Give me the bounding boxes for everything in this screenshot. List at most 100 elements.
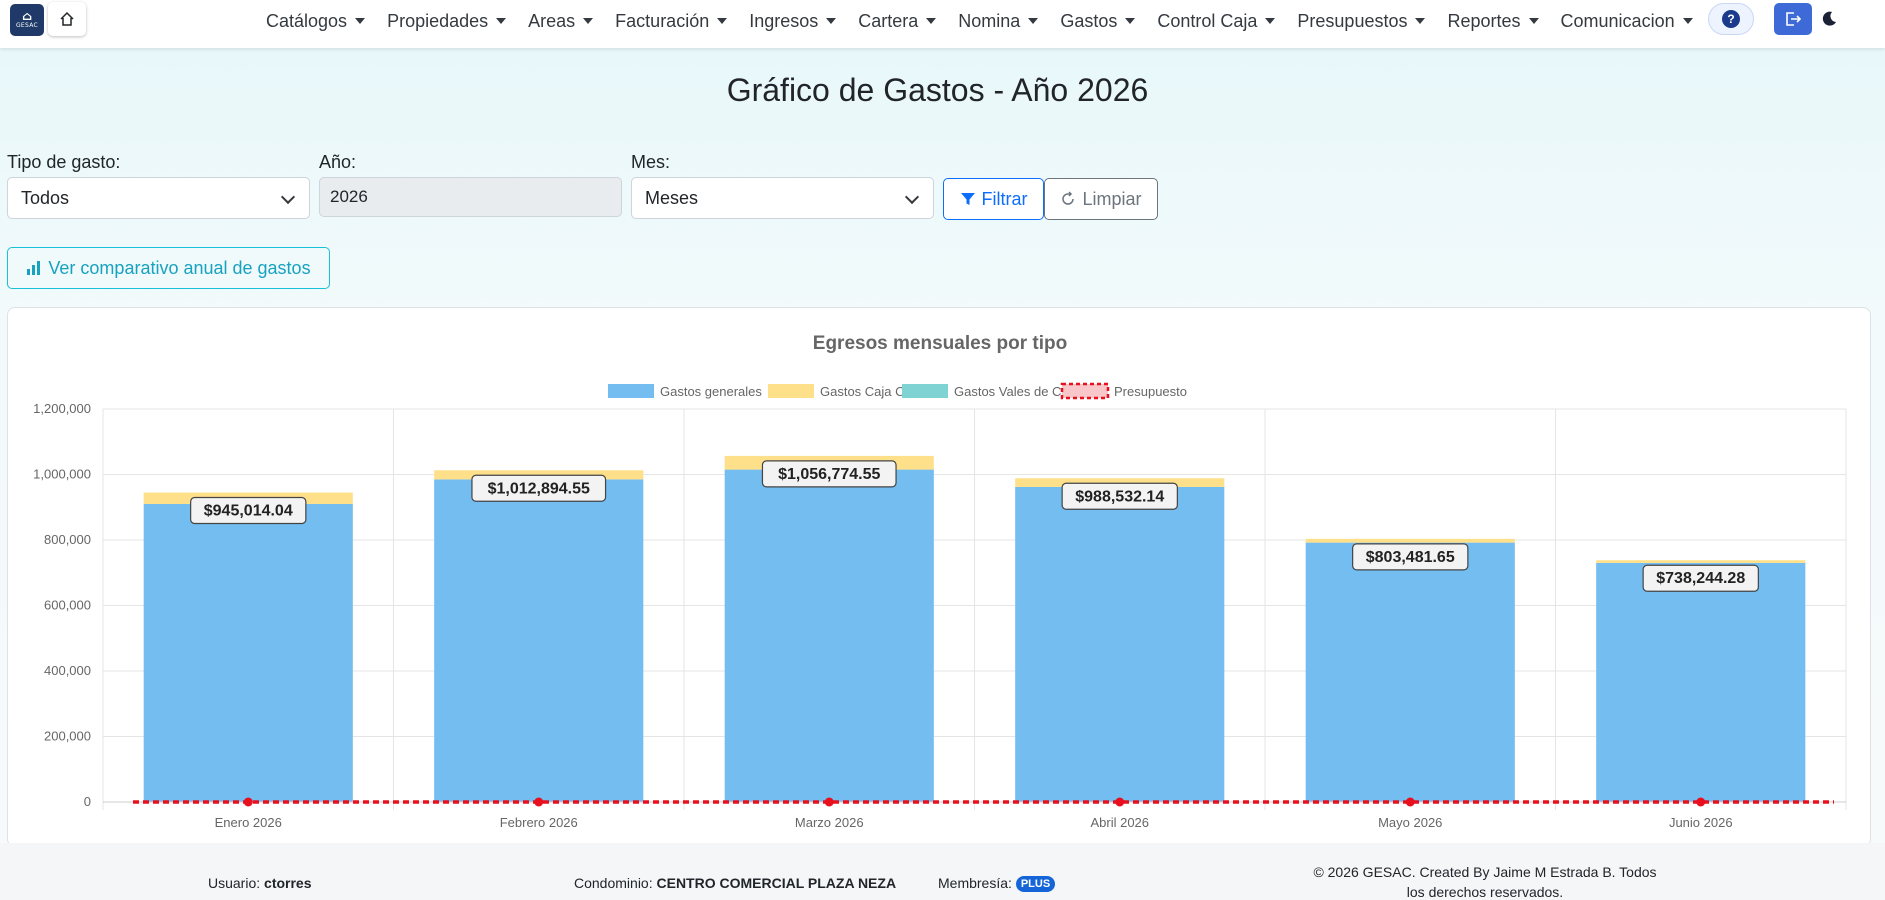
menu-item-ingresos[interactable]: Ingresos [738, 11, 847, 32]
anio-label: Año: [319, 152, 357, 172]
caret-down-icon [496, 18, 507, 24]
total-label: $1,056,774.55 [778, 466, 880, 483]
filter-button[interactable]: Filtrar [943, 178, 1044, 220]
expenses-chart: Egresos mensuales por tipo Gastos general… [33, 333, 1847, 830]
mes-label: Mes: [631, 152, 671, 172]
menu-item-label: Gastos [1060, 10, 1118, 31]
y-tick-label: 600,000 [44, 598, 91, 613]
menu-item-nomina[interactable]: Nomina [947, 11, 1049, 32]
help-button[interactable]: ? [1708, 3, 1754, 35]
bar-gastos-generales [1596, 562, 1806, 802]
clear-button[interactable]: Limpiar [1044, 178, 1158, 220]
menu-item-comunicacion[interactable]: Comunicacion [1550, 11, 1704, 32]
total-label: $945,014.04 [204, 503, 293, 520]
bar-gastos-generales [434, 479, 644, 802]
caret-down-icon [1125, 18, 1136, 24]
condominio-label: Condominio: [574, 875, 653, 891]
tipo-gasto-label: Tipo de gasto: [7, 152, 121, 172]
total-label: $738,244.28 [1656, 570, 1745, 587]
menu-item-gastos[interactable]: Gastos [1049, 11, 1146, 32]
compare-annual-button[interactable]: Ver comparativo anual de gastos [7, 247, 330, 289]
page-title: Gráfico de Gastos - Año 2026 [726, 72, 1149, 108]
copyright-line-2: los derechos reservados. [1406, 884, 1564, 900]
bar-gastos-generales [1305, 542, 1515, 802]
total-label: $803,481.65 [1366, 549, 1455, 566]
logo-mark-icon: ⌂ [21, 9, 32, 23]
menu-item-facturaci-n[interactable]: Facturación [604, 11, 738, 32]
clear-button-label: Limpiar [1082, 188, 1142, 209]
menu-item-reportes[interactable]: Reportes [1436, 11, 1549, 32]
footer-membresia: Membresía: PLUS [938, 875, 1056, 893]
menu-item-label: Areas [528, 10, 576, 31]
chart-card: Egresos mensuales por tipo Gastos general… [7, 307, 1871, 847]
compare-button-label: Ver comparativo anual de gastos [48, 257, 311, 278]
refresh-icon [1062, 191, 1075, 205]
menu-item-label: Facturación [615, 10, 710, 31]
home-button[interactable] [48, 2, 86, 36]
question-icon: ? [1722, 10, 1740, 28]
top-navbar: ⌂ GESAC Catálogos Propiedades Areas Factura… [0, 0, 1885, 48]
chart-title: Egresos mensuales por tipo [813, 333, 1067, 354]
copyright: © 2026 GESAC. Created By Jaime M Estrada… [1290, 862, 1680, 900]
bar-caja-chica [1596, 560, 1806, 563]
home-icon [60, 11, 74, 26]
bar-gastos-generales [143, 503, 353, 802]
caret-down-icon [1415, 18, 1426, 24]
presupuesto-point [1405, 797, 1415, 807]
footer-user: Usuario: ctorres [208, 875, 312, 891]
logout-button[interactable] [1774, 3, 1812, 35]
theme-toggle[interactable] [1814, 3, 1874, 35]
caret-down-icon [826, 18, 837, 24]
caret-down-icon [717, 18, 728, 24]
mes-select[interactable]: Meses [631, 177, 934, 219]
menu-item-areas[interactable]: Areas [517, 11, 604, 32]
bar-caja-chica [1305, 538, 1515, 543]
x-tick-label: Mayo 2026 [1378, 815, 1442, 830]
caret-down-icon [1682, 18, 1693, 24]
membresia-badge: PLUS [1015, 876, 1056, 893]
menu-item-label: Nomina [958, 10, 1021, 31]
logout-icon [1786, 12, 1802, 26]
main-menu: Catálogos Propiedades Areas Facturación Ingr… [255, 0, 1704, 42]
presupuesto-point [1115, 797, 1125, 807]
usuario-value: ctorres [264, 875, 312, 891]
caret-down-icon [1028, 18, 1039, 24]
menu-item-cartera[interactable]: Cartera [847, 11, 947, 32]
membresia-label: Membresía: [938, 875, 1012, 891]
legend-swatch-presupuesto [1060, 382, 1110, 400]
funnel-icon [960, 193, 975, 205]
menu-item-control-caja[interactable]: Control Caja [1146, 11, 1286, 32]
filter-button-label: Filtrar [981, 188, 1028, 209]
total-label: $988,532.14 [1075, 488, 1164, 505]
tipo-gasto-select[interactable]: Todos [7, 177, 310, 219]
tipo-gasto-value: Todos [21, 187, 70, 208]
y-tick-label: 200,000 [44, 729, 91, 744]
footer: Usuario: ctorres Condominio: CENTRO COME… [0, 843, 1885, 900]
menu-item-propiedades[interactable]: Propiedades [376, 11, 517, 32]
caret-down-icon [355, 18, 366, 24]
bar-gastos-generales [1015, 486, 1225, 802]
legend-swatch-0 [608, 384, 654, 398]
usuario-label: Usuario: [208, 875, 261, 891]
x-tick-label: Marzo 2026 [795, 815, 864, 830]
legend-label-3: Presupuesto [1114, 384, 1187, 399]
total-label: $1,012,894.55 [488, 480, 590, 497]
y-tick-label: 0 [84, 794, 91, 809]
menu-item-label: Control Caja [1157, 10, 1258, 31]
menu-item-presupuestos[interactable]: Presupuestos [1286, 11, 1436, 32]
moon-icon [1822, 11, 1836, 26]
presupuesto-point [824, 797, 834, 807]
bar-gastos-generales [724, 469, 934, 802]
caret-down-icon [583, 18, 594, 24]
legend-label-0: Gastos generales [660, 384, 762, 399]
menu-item-label: Cartera [858, 10, 919, 31]
copyright-line-1: © 2026 GESAC. Created By Jaime M Estrada… [1313, 864, 1657, 880]
anio-input[interactable]: 2026 [319, 177, 622, 217]
mes-value: Meses [645, 187, 699, 208]
condominio-value: CENTRO COMERCIAL PLAZA NEZA [656, 875, 897, 891]
app-logo[interactable]: ⌂ GESAC [10, 4, 44, 36]
menu-item-label: Propiedades [387, 10, 489, 31]
menu-item-cat-logos[interactable]: Catálogos [255, 11, 376, 32]
caret-down-icon [1265, 18, 1276, 24]
menu-item-label: Reportes [1447, 10, 1521, 31]
